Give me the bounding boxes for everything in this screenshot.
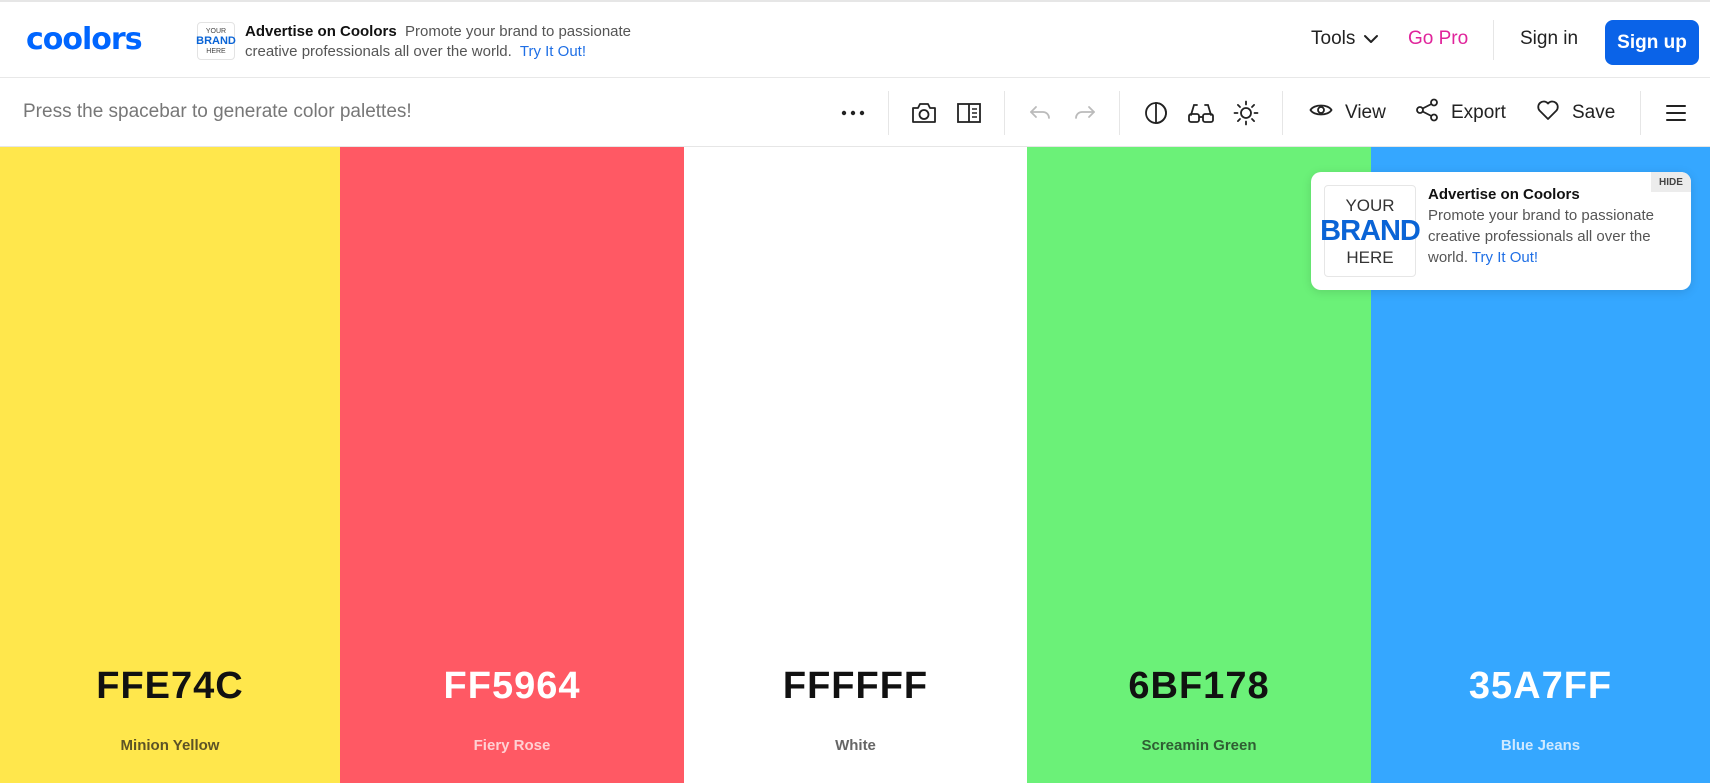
color-name[interactable]: White <box>684 737 1027 754</box>
ad-logo-line3: HERE <box>1346 247 1394 267</box>
ad-card-text: Advertise on Coolors Promote your brand … <box>1428 184 1680 268</box>
export-label: Export <box>1451 102 1506 123</box>
ad-logo-line2: BRAND <box>1320 214 1421 247</box>
contrast-icon[interactable] <box>1142 99 1170 127</box>
hex-code[interactable]: FF5964 <box>340 665 684 708</box>
color-name[interactable]: Screamin Green <box>1027 737 1371 754</box>
side-panel-icon[interactable] <box>955 99 983 127</box>
toolbar-divider <box>1282 91 1283 135</box>
toolbar-divider <box>1119 91 1120 135</box>
view-icon <box>1309 102 1333 124</box>
chevron-down-icon <box>1363 28 1379 50</box>
export-button[interactable]: Export <box>1415 98 1506 128</box>
share-icon <box>1415 98 1439 128</box>
generator-toolbar: Press the spacebar to generate color pal… <box>0 79 1710 147</box>
save-button[interactable]: Save <box>1536 99 1615 127</box>
ad-brand-line1: YOUR <box>205 27 227 35</box>
toolbar-divider <box>1004 91 1005 135</box>
header-ad-link[interactable]: Try It Out! <box>520 43 586 60</box>
header-ad-text: Advertise on Coolors Promote your brand … <box>245 22 631 62</box>
ad-card-title[interactable]: Advertise on Coolors <box>1428 184 1680 205</box>
save-label: Save <box>1572 102 1616 123</box>
spacebar-hint: Press the spacebar to generate color pal… <box>23 101 412 122</box>
toolbar-divider <box>888 91 889 135</box>
ad-card-body: Promote your brand to passionate creativ… <box>1428 207 1654 266</box>
view-button[interactable]: View <box>1309 99 1386 127</box>
ad-brand-line3: HERE <box>206 47 226 55</box>
header-ad-title[interactable]: Advertise on Coolors <box>245 23 397 40</box>
go-pro-link[interactable]: Go Pro <box>1408 28 1468 50</box>
glasses-icon[interactable] <box>1187 99 1215 127</box>
ad-card-link[interactable]: Try It Out! <box>1472 249 1538 266</box>
color-swatch[interactable]: FFE74C Minion Yellow <box>0 147 340 783</box>
hex-code[interactable]: FFE74C <box>0 665 340 708</box>
tools-menu[interactable]: Tools <box>1311 28 1379 50</box>
color-name[interactable]: Blue Jeans <box>1371 737 1710 754</box>
sign-up-button[interactable]: Sign up <box>1605 20 1699 65</box>
nav-divider <box>1493 20 1494 60</box>
hex-code[interactable]: FFFFFF <box>684 665 1027 708</box>
color-name[interactable]: Minion Yellow <box>0 737 340 754</box>
color-swatch[interactable]: FFFFFF White <box>684 147 1027 783</box>
sign-in-link[interactable]: Sign in <box>1520 28 1578 50</box>
top-navbar: coolors YOUR BRAND HERE Advertise on Coo… <box>0 0 1710 78</box>
color-name[interactable]: Fiery Rose <box>340 737 684 754</box>
ad-brand-logo[interactable]: YOUR BRAND HERE <box>1320 185 1421 277</box>
header-ad-line1: Promote your brand to passionate <box>405 23 632 40</box>
hex-code[interactable]: 6BF178 <box>1027 665 1371 708</box>
hex-code[interactable]: 35A7FF <box>1371 665 1710 708</box>
hide-ad-button[interactable]: HIDE <box>1651 172 1691 192</box>
redo-icon[interactable] <box>1071 99 1099 127</box>
menu-icon[interactable] <box>1662 99 1690 127</box>
ad-card[interactable]: YOUR BRAND HERE Advertise on Coolors Pro… <box>1311 172 1691 290</box>
heart-icon <box>1536 99 1560 127</box>
coolors-logo[interactable]: coolors <box>26 22 143 57</box>
brightness-icon[interactable] <box>1232 99 1260 127</box>
color-swatch[interactable]: FF5964 Fiery Rose <box>340 147 684 783</box>
toolbar-divider <box>1640 91 1641 135</box>
undo-icon[interactable] <box>1026 99 1054 127</box>
ad-logo-line1: YOUR <box>1345 195 1395 215</box>
view-label: View <box>1345 102 1386 123</box>
more-icon[interactable] <box>839 99 867 127</box>
camera-icon[interactable] <box>910 99 938 127</box>
ad-brand-thumbnail[interactable]: YOUR BRAND HERE <box>196 22 236 60</box>
header-ad-line2: creative professionals all over the worl… <box>245 43 512 60</box>
tools-label: Tools <box>1311 28 1356 49</box>
ad-brand-line2: BRAND <box>196 34 236 47</box>
